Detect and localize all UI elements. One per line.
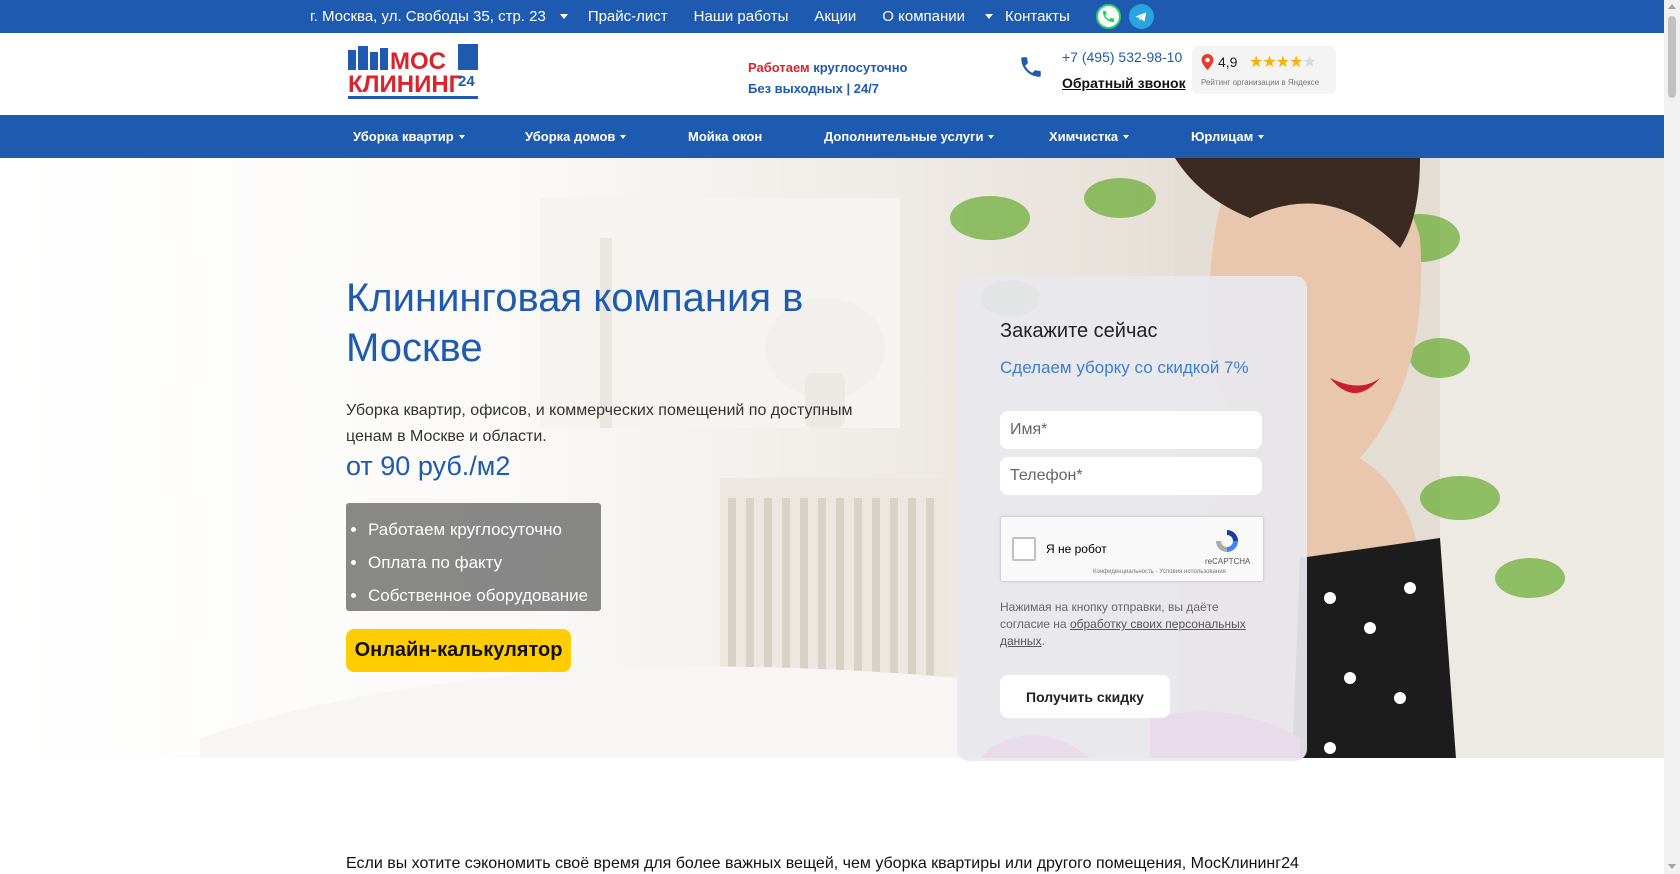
chevron-down-icon [458,134,465,139]
form-subtitle: Сделаем уборку со скидкой 7% [1000,358,1249,377]
chevron-down-icon [1123,134,1130,139]
intro-paragraph: Если вы хотите сэкономить своё время для… [346,855,1299,872]
callback-link[interactable]: Обратный звонок [1062,75,1186,91]
recaptcha-label: Я не робот [1046,542,1107,556]
scroll-down-icon[interactable] [1668,864,1676,869]
recaptcha-links[interactable]: Конфиденциальность - Условия использован… [1093,569,1226,575]
yandex-rating[interactable]: 4,9 ★★★★★ Рейтинг организации в Яндексе [1192,46,1336,94]
working-hours-blue: круглосуточно [809,60,908,75]
benefit-item: Оплата по факту [368,546,601,579]
benefit-item: Собственное оборудование [368,579,601,612]
recaptcha-widget: Я не робот reCAPTCHA Конфиденциальность … [1000,516,1264,582]
nav-item-houses[interactable]: Уборка домов [525,115,627,158]
working-hours-sub: Без выходных | 24/7 [748,81,880,96]
hero-background-image [0,158,1664,814]
main-nav: Уборка квартир Уборка домов Мойка окон Д… [0,115,1664,158]
hero-lead: Уборка квартир, офисов, и коммерческих п… [346,402,853,445]
rating-stars-icon: ★★★★★ [1249,54,1317,71]
nav-item-windows[interactable]: Мойка окон [688,115,762,158]
top-bar: г. Москва, ул. Свободы 35, стр. 23 Прайс… [0,0,1664,33]
page-scrollbar[interactable] [1664,0,1680,874]
order-form: Закажите сейчас Сделаем уборку со скидко… [957,276,1307,761]
scroll-up-icon[interactable] [1668,4,1676,9]
whatsapp-icon[interactable] [1095,4,1121,29]
nav-item-legal-entities[interactable]: Юрлицам [1191,115,1265,158]
working-hours: Работаем круглосуточно Без выходных | 24… [748,57,908,99]
address-caret-icon[interactable] [559,14,568,19]
form-title: Закажите сейчас [1000,320,1158,342]
our-works-link[interactable]: Наши работы [694,8,789,25]
address-link[interactable]: г. Москва, ул. Свободы 35, стр. 23 [310,8,546,25]
benefits-list: Работаем круглосуточно Оплата по факту С… [346,503,601,611]
chevron-down-icon [988,134,995,139]
benefit-item: Работаем круглосуточно [368,513,601,546]
get-discount-button[interactable]: Получить скидку [1000,675,1170,718]
phone-input[interactable] [1000,457,1262,495]
site-header: МОС КЛИНИНГ 24 Работаем круглосуточно Бе… [0,33,1664,115]
recaptcha-brand: reCAPTCHA [1205,557,1251,566]
about-caret-icon[interactable] [985,14,994,19]
hero-title: Клининговая компания в Москве [346,276,804,370]
hero-price: от 90 руб./м2 [346,451,511,481]
rating-caption: Рейтинг организации в Яндексе [1201,78,1320,87]
contacts-link[interactable]: Контакты [1005,8,1070,25]
name-input[interactable] [1000,411,1262,449]
svg-text:КЛИНИНГ: КЛИНИНГ [348,71,463,98]
phone-icon [1018,54,1044,80]
top-bar-menu: г. Москва, ул. Свободы 35, стр. 23 Прайс… [310,0,1162,33]
chevron-down-icon [620,134,627,139]
telegram-icon[interactable] [1128,4,1154,29]
nav-item-dry-cleaning[interactable]: Химчистка [1049,115,1130,158]
consent-text: Нажимая на кнопку отправки, вы даёте сог… [1000,600,1246,648]
hero-section: Клининговая компания в Москве Уборка ква… [0,158,1664,814]
working-hours-red: Работаем [748,60,810,75]
online-calculator-button[interactable]: Онлайн-калькулятор [346,629,571,672]
price-list-link[interactable]: Прайс-лист [588,8,668,25]
recaptcha-logo-icon [1213,527,1241,560]
rating-value: 4,9 [1218,54,1238,70]
map-pin-icon [1201,54,1214,75]
phone-number[interactable]: +7 (495) 532-98-10 [1062,49,1182,65]
nav-item-extra-services[interactable]: Дополнительные услуги [824,115,995,158]
site-logo[interactable]: МОС КЛИНИНГ 24 [348,44,478,102]
recaptcha-checkbox[interactable] [1012,537,1036,561]
svg-text:24: 24 [458,73,475,90]
promotions-link[interactable]: Акции [814,8,856,25]
scrollbar-thumb[interactable] [1668,16,1676,98]
nav-item-apartments[interactable]: Уборка квартир [353,115,465,158]
about-company-link[interactable]: О компании [882,8,965,25]
chevron-down-icon [1258,134,1265,139]
